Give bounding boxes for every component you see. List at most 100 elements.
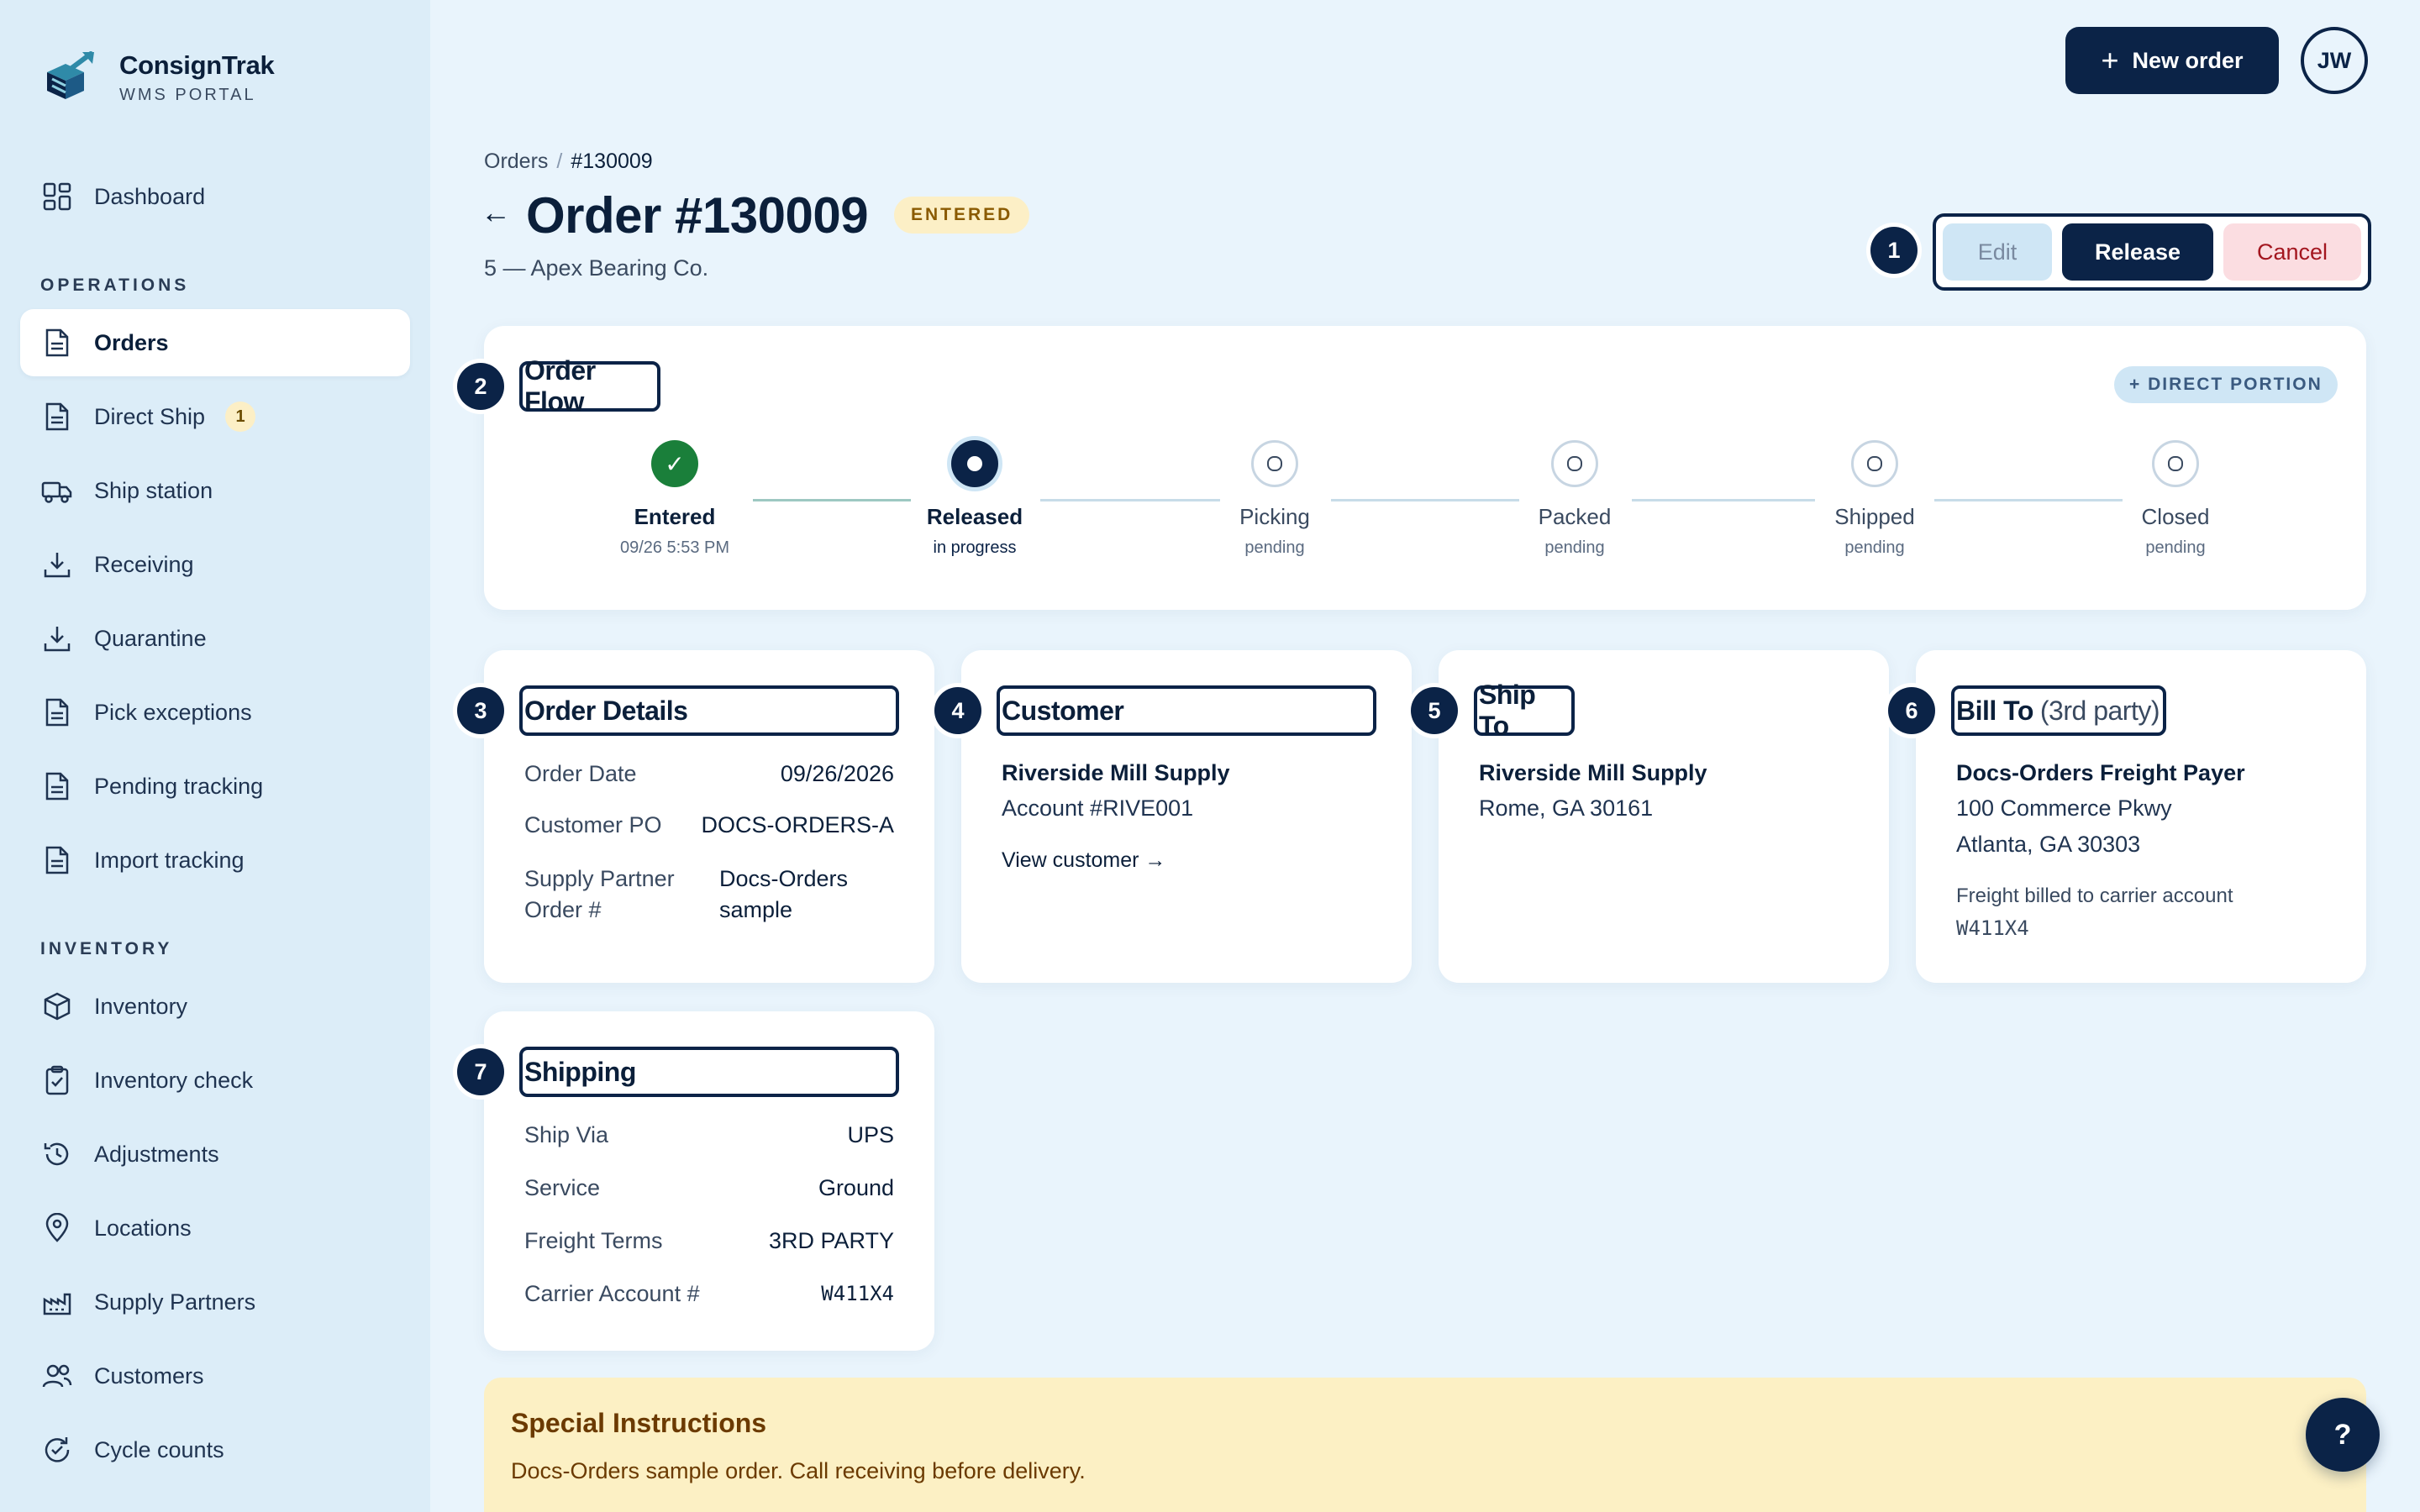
pending-step-icon bbox=[2152, 440, 2199, 487]
history-icon bbox=[40, 1137, 74, 1171]
freight-terms-label: Freight Terms bbox=[524, 1228, 663, 1253]
callout-marker-6: 6 bbox=[1888, 687, 1935, 734]
sidebar-item-label: Inventory check bbox=[94, 1067, 254, 1093]
callout-marker-4: 4 bbox=[934, 687, 981, 734]
special-instructions-body: Docs-Orders sample order. Call receiving… bbox=[511, 1458, 1086, 1483]
cube-icon bbox=[40, 990, 74, 1023]
sidebar-item-label: Locations bbox=[94, 1215, 192, 1241]
check-icon: ✓ bbox=[651, 440, 698, 487]
back-arrow-icon[interactable]: ← bbox=[481, 195, 511, 230]
order-date-value: 09/26/2026 bbox=[780, 761, 894, 786]
bill-to-title-suffix: (3rd party) bbox=[2039, 695, 2160, 726]
sidebar-item-label: Pending tracking bbox=[94, 773, 264, 799]
shipping-title: Shipping bbox=[519, 1047, 899, 1097]
customer-po-label: Customer PO bbox=[524, 812, 662, 837]
sidebar-item-label: Receiving bbox=[94, 551, 194, 577]
release-button[interactable]: Release bbox=[2062, 223, 2213, 281]
flow-step-shipped: Shipped pending bbox=[1774, 440, 1975, 558]
sidebar-item-inventory-check[interactable]: Inventory check bbox=[20, 1047, 410, 1114]
sidebar-item-locations[interactable]: Locations bbox=[20, 1194, 410, 1262]
cancel-button[interactable]: Cancel bbox=[2223, 223, 2361, 281]
sidebar-item-label: Ship station bbox=[94, 477, 213, 503]
sidebar-item-adjustments[interactable]: Adjustments bbox=[20, 1121, 410, 1188]
flow-step-sub: pending bbox=[2145, 538, 2206, 557]
document-icon bbox=[40, 400, 74, 433]
sidebar-item-receiving[interactable]: Receiving bbox=[20, 531, 410, 598]
page-title: Order #130009 bbox=[526, 187, 869, 244]
breadcrumb-separator: / bbox=[556, 150, 563, 173]
carrier-account-value: W411X4 bbox=[821, 1282, 894, 1305]
sidebar-item-import-tracking[interactable]: Import tracking bbox=[20, 827, 410, 894]
sidebar-item-inventory[interactable]: Inventory bbox=[20, 973, 410, 1040]
bill-to-title-text: Bill To bbox=[1956, 695, 2033, 726]
sidebar-item-label: Import tracking bbox=[94, 847, 245, 873]
supply-partner-order-value: Docs-Orders sample bbox=[719, 866, 849, 922]
bill-to-account: W411X4 bbox=[1956, 916, 2029, 940]
section-label-operations: OPERATIONS bbox=[40, 276, 190, 295]
sidebar-item-label: Adjustments bbox=[94, 1141, 219, 1167]
status-badge: ENTERED bbox=[894, 197, 1030, 234]
help-button[interactable]: ? bbox=[2306, 1398, 2380, 1472]
logo-icon bbox=[47, 51, 94, 99]
section-label-inventory: INVENTORY bbox=[40, 939, 173, 958]
ship-to-name: Riverside Mill Supply bbox=[1479, 760, 1707, 785]
pending-step-icon bbox=[1851, 440, 1898, 487]
download-icon bbox=[40, 548, 74, 581]
bill-to-title: Bill To (3rd party) bbox=[1951, 685, 2166, 736]
flow-step-sub: pending bbox=[1544, 538, 1605, 557]
flow-step-label: Released bbox=[926, 504, 1023, 529]
users-icon bbox=[40, 1359, 74, 1393]
bill-to-note: Freight billed to carrier account bbox=[1956, 885, 2233, 907]
edit-button[interactable]: Edit bbox=[1943, 223, 2052, 281]
sidebar-item-orders[interactable]: Orders bbox=[20, 309, 410, 376]
sidebar-item-quarantine[interactable]: Quarantine bbox=[20, 605, 410, 672]
sidebar-item-supply-partners[interactable]: Supply Partners bbox=[20, 1268, 410, 1336]
document-icon bbox=[40, 843, 74, 877]
customer-name: Riverside Mill Supply bbox=[1002, 760, 1230, 785]
callout-marker-3: 3 bbox=[457, 687, 504, 734]
sidebar-item-direct-ship[interactable]: Direct Ship 1 bbox=[20, 383, 410, 450]
clipboard-check-icon bbox=[40, 1063, 74, 1097]
special-instructions-title: Special Instructions bbox=[511, 1408, 767, 1438]
flow-step-entered: ✓ Entered 09/26 5:53 PM bbox=[574, 440, 776, 558]
pending-step-icon bbox=[1551, 440, 1598, 487]
brand[interactable]: ConsignTrak WMS PORTAL bbox=[40, 47, 275, 108]
new-order-button[interactable]: + New order bbox=[2065, 27, 2279, 94]
sidebar-item-label: Dashboard bbox=[94, 183, 206, 209]
document-icon bbox=[40, 696, 74, 729]
sidebar-item-pick-exceptions[interactable]: Pick exceptions bbox=[20, 679, 410, 746]
pending-step-icon bbox=[1251, 440, 1298, 487]
view-customer-link[interactable]: View customer → bbox=[1002, 848, 1165, 873]
callout-marker-5: 5 bbox=[1411, 687, 1458, 734]
sidebar-item-customers[interactable]: Customers bbox=[20, 1342, 410, 1410]
breadcrumb-orders-link[interactable]: Orders bbox=[484, 150, 548, 173]
order-flow-title: Order Flow bbox=[519, 355, 660, 417]
sidebar-item-ship-station[interactable]: Ship station bbox=[20, 457, 410, 524]
document-icon bbox=[40, 326, 74, 360]
supply-partner-order-label: Supply Partner Order # bbox=[524, 866, 675, 922]
sidebar-item-label: Cycle counts bbox=[94, 1436, 224, 1462]
sidebar-item-dashboard[interactable]: Dashboard bbox=[20, 163, 410, 230]
sidebar-item-label: Pick exceptions bbox=[94, 699, 252, 725]
callout-marker-2: 2 bbox=[457, 363, 504, 410]
sidebar-item-cycle-counts[interactable]: Cycle counts bbox=[20, 1416, 410, 1483]
avatar[interactable]: JW bbox=[2301, 27, 2368, 94]
flow-step-picking: Picking pending bbox=[1174, 440, 1376, 558]
ship-to-title: Ship To bbox=[1474, 680, 1575, 741]
sidebar-item-pending-tracking[interactable]: Pending tracking bbox=[20, 753, 410, 820]
bill-to-name: Docs-Orders Freight Payer bbox=[1956, 760, 2245, 785]
order-date-label: Order Date bbox=[524, 761, 637, 786]
direct-portion-badge: + DIRECT PORTION bbox=[2114, 366, 2338, 403]
flow-step-label: Entered bbox=[634, 504, 716, 529]
new-order-label: New order bbox=[2132, 47, 2244, 73]
sidebar-item-label: Quarantine bbox=[94, 625, 207, 651]
bill-to-line2: Atlanta, GA 30303 bbox=[1956, 832, 2141, 857]
customer-account: Account #RIVE001 bbox=[1002, 795, 1194, 821]
factory-icon bbox=[40, 1285, 74, 1319]
document-icon bbox=[40, 769, 74, 803]
bill-to-line1: 100 Commerce Pkwy bbox=[1956, 795, 2172, 821]
ship-via-label: Ship Via bbox=[524, 1122, 609, 1147]
flow-step-sub: 09/26 5:53 PM bbox=[619, 538, 730, 557]
customer-po-value: DOCS-ORDERS-A bbox=[701, 812, 894, 837]
map-pin-icon bbox=[40, 1211, 74, 1245]
